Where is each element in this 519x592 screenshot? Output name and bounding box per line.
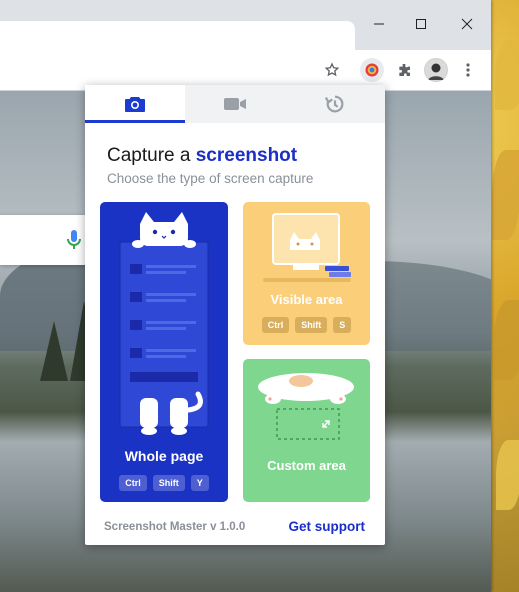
- tab-screenshot[interactable]: [85, 85, 185, 123]
- visible-area-option[interactable]: Visible area Ctrl Shift S: [243, 202, 370, 345]
- capture-mode-tabs: [85, 85, 385, 123]
- kebab-menu-icon[interactable]: [456, 58, 480, 82]
- heading-prefix: Capture a: [107, 145, 191, 166]
- whole-page-label: Whole page: [124, 448, 204, 464]
- maximize-icon[interactable]: [398, 0, 444, 48]
- close-icon[interactable]: [444, 0, 490, 48]
- popup-heading: Capture a screenshot: [107, 145, 297, 167]
- custom-area-label: Custom area: [267, 458, 346, 473]
- visible-area-shortcut: Ctrl Shift S: [243, 317, 370, 333]
- puzzle-icon[interactable]: [392, 58, 416, 82]
- avatar[interactable]: [424, 58, 448, 82]
- custom-area-illustration: [258, 373, 354, 440]
- camera-icon: [125, 97, 145, 112]
- shortcut-key: Shift: [152, 475, 185, 491]
- visible-area-label: Visible area: [270, 292, 343, 307]
- version-label: Screenshot Master v 1.0.0: [104, 521, 246, 533]
- custom-area-option[interactable]: Custom area: [243, 359, 370, 502]
- tab-video[interactable]: [185, 85, 285, 123]
- browser-tab[interactable]: [0, 21, 355, 50]
- microphone-icon[interactable]: [66, 228, 82, 252]
- screenshot-master-icon[interactable]: [360, 58, 384, 82]
- visible-area-illustration: [263, 213, 351, 282]
- shortcut-key: Shift: [295, 317, 328, 333]
- shortcut-key: Ctrl: [119, 475, 147, 491]
- shortcut-key: Y: [190, 475, 209, 491]
- tab-history[interactable]: [285, 85, 385, 123]
- star-icon[interactable]: [320, 58, 344, 82]
- video-camera-icon: [224, 98, 246, 110]
- get-support-link[interactable]: Get support: [289, 519, 366, 534]
- shortcut-key: Ctrl: [261, 317, 290, 333]
- minimize-icon[interactable]: [356, 0, 402, 48]
- screenshot-master-popup: Capture a screenshot Choose the type of …: [85, 85, 385, 545]
- whole-page-option[interactable]: Whole page Ctrl Shift Y: [100, 202, 228, 502]
- popup-subheading: Choose the type of screen capture: [107, 171, 314, 186]
- shortcut-key: S: [333, 317, 352, 333]
- whole-page-shortcut: Ctrl Shift Y: [100, 475, 228, 491]
- title-bar: [0, 0, 491, 50]
- heading-accent: screenshot: [195, 145, 298, 166]
- history-icon: [324, 95, 344, 113]
- whole-page-illustration: [119, 212, 209, 435]
